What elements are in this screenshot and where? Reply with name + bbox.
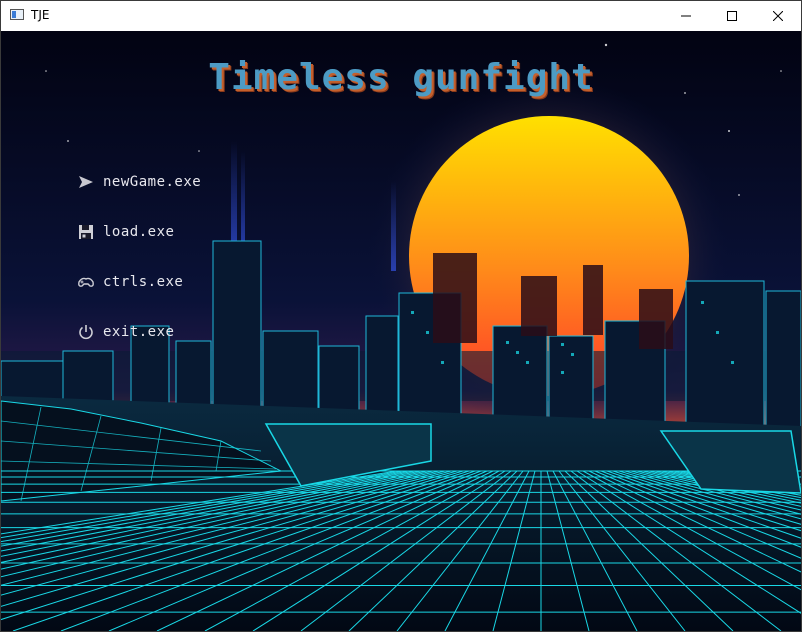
app-window: TJE Timeless gunfight newGame.exe load.e…	[0, 0, 802, 632]
play-arrow-icon	[75, 171, 97, 193]
app-icon	[10, 9, 24, 20]
menu-item-load[interactable]: load.exe	[75, 221, 174, 243]
close-button[interactable]	[755, 1, 801, 31]
menu-item-label: exit.exe	[103, 324, 175, 340]
minimize-button[interactable]	[663, 1, 709, 31]
gamepad-icon	[75, 271, 97, 293]
menu-item-controls[interactable]: ctrls.exe	[75, 271, 183, 293]
game-scene[interactable]: Timeless gunfight newGame.exe load.exe c…	[1, 31, 801, 631]
menu-item-new-game[interactable]: newGame.exe	[75, 171, 201, 193]
title-bar[interactable]: TJE	[1, 1, 801, 32]
menu-item-label: newGame.exe	[103, 174, 202, 190]
power-icon	[75, 321, 97, 343]
minimize-icon	[681, 15, 691, 17]
window-title: TJE	[31, 8, 50, 22]
menu-item-exit[interactable]: exit.exe	[75, 321, 174, 343]
maximize-button[interactable]	[709, 1, 755, 31]
maximize-icon	[727, 11, 737, 21]
floppy-disk-icon	[75, 221, 97, 243]
menu-item-label: ctrls.exe	[103, 274, 184, 290]
game-title: Timeless gunfight	[208, 57, 594, 98]
menu-item-label: load.exe	[103, 224, 175, 240]
close-icon	[773, 11, 783, 21]
